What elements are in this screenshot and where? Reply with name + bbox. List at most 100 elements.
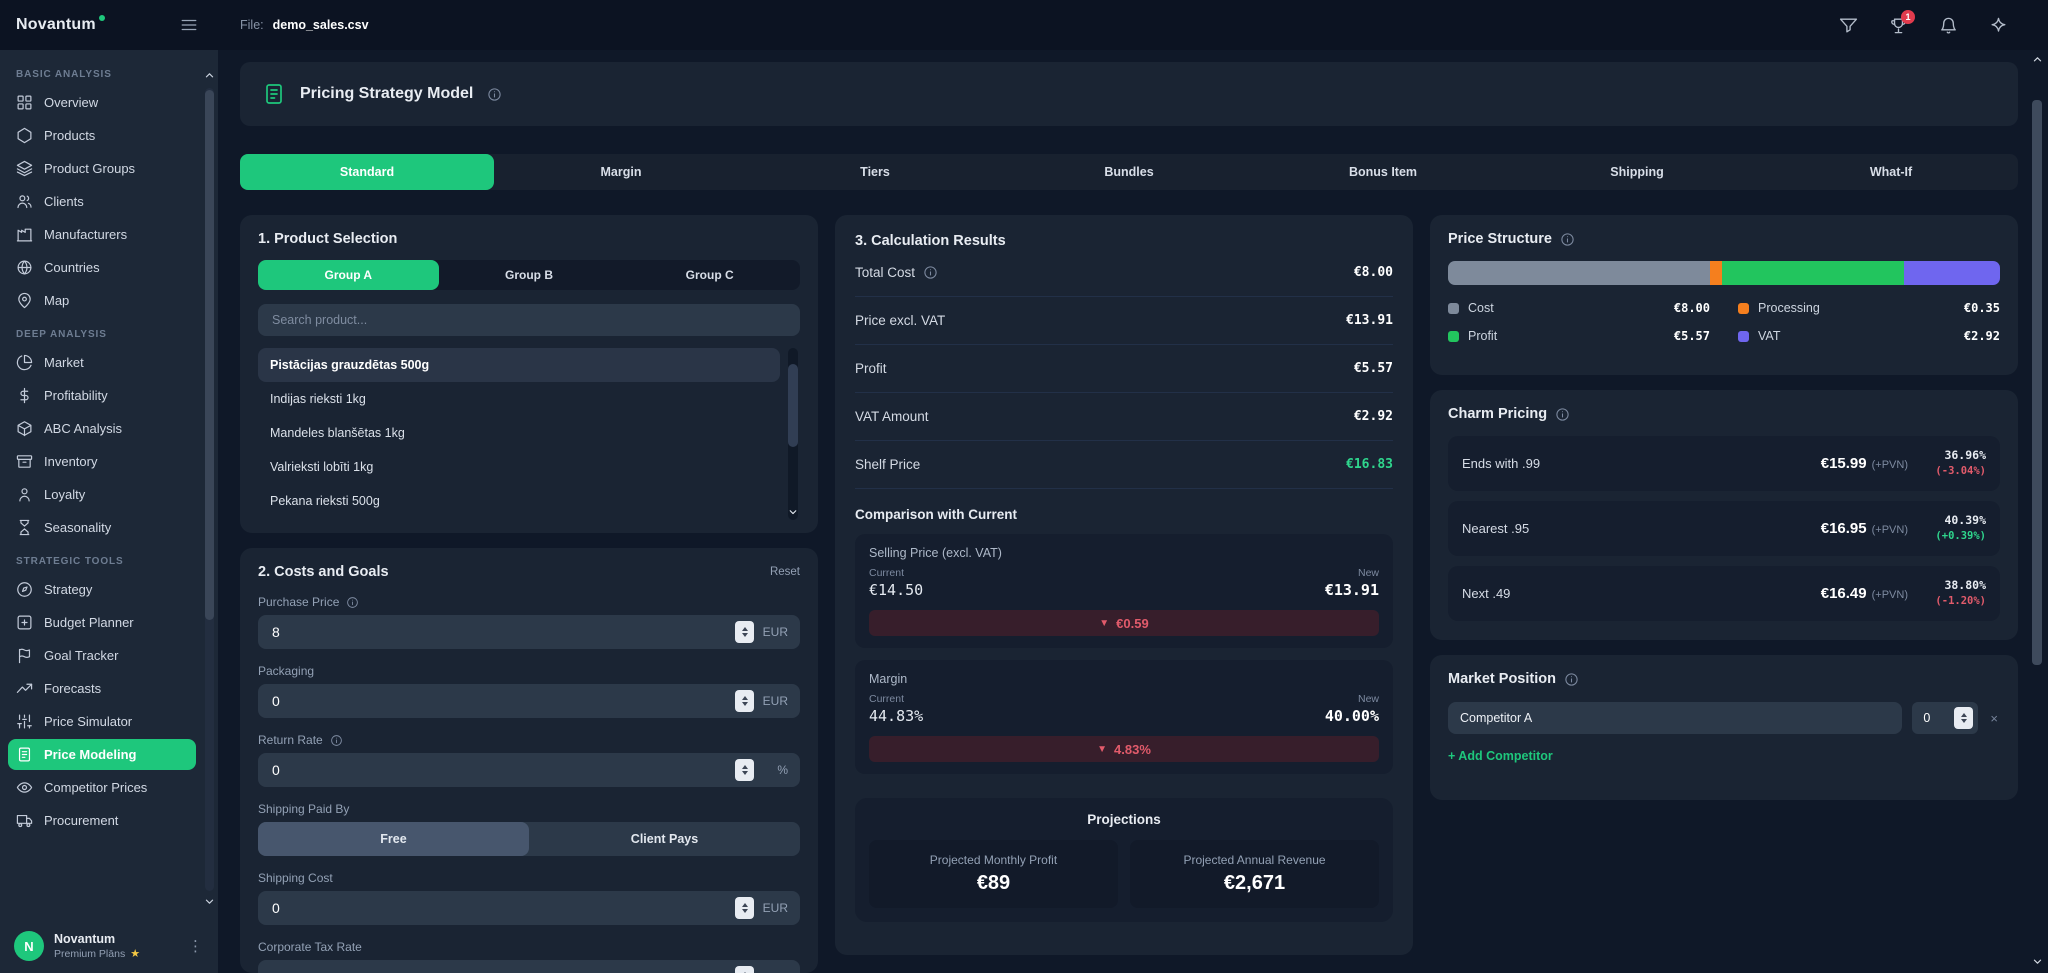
charm-row-ends-with-99[interactable]: Ends with .99€15.99(+PVN)36.96%(-3.04%) — [1448, 436, 2000, 491]
sidebar-item-seasonality[interactable]: Seasonality — [8, 512, 200, 543]
sidebar-scrollbar[interactable] — [203, 54, 216, 909]
notifications-icon[interactable] — [1939, 16, 1958, 35]
sidebar-item-map[interactable]: Map — [8, 285, 200, 316]
sidebar-item-overview[interactable]: Overview — [8, 87, 200, 118]
new-label: New — [1358, 567, 1379, 579]
sidebar-item-profitability[interactable]: Profitability — [8, 380, 200, 411]
price-structure-card: Price Structure Cost€8.00Processing€0.35… — [1430, 215, 2018, 375]
charm-row-next-49[interactable]: Next .49€16.49(+PVN)38.80%(-1.20%) — [1448, 566, 2000, 621]
sidebar-item-manufacturers[interactable]: Manufacturers — [8, 219, 200, 250]
sidebar-item-price-simulator[interactable]: Price Simulator — [8, 706, 200, 737]
sidebar-item-abc-analysis[interactable]: ABC Analysis — [8, 413, 200, 444]
info-icon[interactable] — [487, 87, 502, 102]
field-label: Corporate Tax Rate — [258, 940, 800, 954]
toggle-option-free[interactable]: Free — [258, 822, 529, 856]
charm-margin-delta: (-1.20%) — [1920, 594, 1986, 610]
list-scrollbar-thumb[interactable] — [788, 364, 798, 447]
sidebar-item-product-groups[interactable]: Product Groups — [8, 153, 200, 184]
tab-tiers[interactable]: Tiers — [748, 154, 1002, 190]
scroll-up-icon[interactable] — [2032, 54, 2043, 65]
sidebar-item-market[interactable]: Market — [8, 347, 200, 378]
product-list-item[interactable]: Valrieksti lobīti 1kg — [258, 450, 780, 484]
product-list-item[interactable]: Pekana rieksti 500g — [258, 484, 780, 518]
sidebar-item-countries[interactable]: Countries — [8, 252, 200, 283]
tab-margin[interactable]: Margin — [494, 154, 748, 190]
charm-row-nearest-95[interactable]: Nearest .95€16.95(+PVN)40.39%(+0.39%) — [1448, 501, 2000, 556]
competitor-name-input[interactable]: Competitor A — [1448, 702, 1902, 734]
grid-icon — [16, 94, 33, 111]
corporate-tax-rate-input[interactable] — [258, 960, 800, 973]
user-menu-icon[interactable]: ⋮ — [188, 937, 204, 955]
scroll-up-icon[interactable] — [204, 70, 215, 81]
stepper-control[interactable] — [1954, 707, 1973, 729]
sidebar-item-budget-planner[interactable]: Budget Planner — [8, 607, 200, 638]
sidebar-item-products[interactable]: Products — [8, 120, 200, 151]
tab-bonus-item[interactable]: Bonus Item — [1256, 154, 1510, 190]
tab-shipping[interactable]: Shipping — [1510, 154, 1764, 190]
purchase-price-input[interactable]: 8EUR — [258, 615, 800, 649]
info-icon[interactable] — [346, 596, 359, 609]
main-scrollbar[interactable] — [2030, 52, 2044, 969]
search-input[interactable] — [272, 313, 786, 327]
product-list-item[interactable]: Mandeles blanšētas 1kg — [258, 416, 780, 450]
product-list-scrollbar[interactable] — [786, 348, 800, 520]
result-value: €2.92 — [1354, 409, 1393, 424]
legend-value: €5.57 — [1674, 329, 1710, 343]
stepper-control[interactable] — [735, 690, 754, 712]
group-tab-group-b[interactable]: Group B — [439, 260, 620, 290]
stepper-control[interactable] — [735, 621, 754, 643]
pricing-model-tabs: StandardMarginTiersBundlesBonus ItemShip… — [240, 154, 2018, 190]
stepper-control[interactable] — [735, 897, 754, 919]
field-corporate-tax-rate: Corporate Tax Rate — [258, 940, 800, 973]
legend-swatch — [1738, 331, 1749, 342]
sidebar-item-inventory[interactable]: Inventory — [8, 446, 200, 477]
filter-icon[interactable] — [1839, 16, 1858, 35]
stepper-control[interactable] — [735, 759, 754, 781]
sidebar-item-strategy[interactable]: Strategy — [8, 574, 200, 605]
reset-button[interactable]: Reset — [770, 566, 800, 578]
sidebar-item-forecasts[interactable]: Forecasts — [8, 673, 200, 704]
group-tab-group-c[interactable]: Group C — [619, 260, 800, 290]
stepper-control[interactable] — [735, 966, 754, 973]
legend-swatch — [1738, 303, 1749, 314]
sidebar-item-clients[interactable]: Clients — [8, 186, 200, 217]
sidebar-item-goal-tracker[interactable]: Goal Tracker — [8, 640, 200, 671]
scroll-down-icon[interactable] — [2032, 956, 2043, 967]
remove-competitor-button[interactable]: × — [1988, 711, 2000, 726]
main-scrollbar-thumb[interactable] — [2032, 100, 2042, 665]
tab-what-if[interactable]: What-If — [1764, 154, 2018, 190]
sidebar-item-price-modeling[interactable]: Price Modeling — [8, 739, 196, 770]
sidebar-item-loyalty[interactable]: Loyalty — [8, 479, 200, 510]
tab-standard[interactable]: Standard — [240, 154, 494, 190]
info-icon[interactable] — [1555, 407, 1570, 422]
scroll-down-icon[interactable] — [788, 507, 798, 517]
tab-bundles[interactable]: Bundles — [1002, 154, 1256, 190]
product-list-item[interactable]: Pistācijas grauzdētas 500g — [258, 348, 780, 382]
product-list-item[interactable]: Indijas rieksti 1kg — [258, 382, 780, 416]
market-position-title: Market Position — [1448, 671, 2000, 687]
info-icon[interactable] — [1560, 232, 1575, 247]
achievements-icon[interactable]: 1 — [1889, 16, 1908, 35]
charm-margin-value: 40.39% — [1920, 512, 1986, 529]
shipping-cost-input[interactable]: 0EUR — [258, 891, 800, 925]
toggle-option-client-pays[interactable]: Client Pays — [529, 822, 800, 856]
sidebar-toggle-icon[interactable] — [180, 16, 198, 34]
ai-assistant-icon[interactable] — [1989, 16, 2008, 35]
sidebar-item-competitor-prices[interactable]: Competitor Prices — [8, 772, 200, 803]
add-competitor-link[interactable]: + Add Competitor — [1448, 749, 2000, 763]
group-tab-group-a[interactable]: Group A — [258, 260, 439, 290]
product-search[interactable] — [258, 304, 800, 336]
packaging-input[interactable]: 0EUR — [258, 684, 800, 718]
user-card[interactable]: N Novantum Premium Plāns ★ ⋮ — [0, 919, 218, 973]
info-icon[interactable] — [330, 734, 343, 747]
competitor-price-input[interactable]: 0 — [1912, 702, 1978, 734]
app-logo[interactable]: Novantum — [16, 16, 96, 34]
return-rate-input[interactable]: 0% — [258, 753, 800, 787]
info-icon[interactable] — [923, 265, 938, 280]
sidebar-scrollbar-thumb[interactable] — [205, 90, 214, 620]
scroll-down-icon[interactable] — [204, 896, 215, 907]
sidebar-item-procurement[interactable]: Procurement — [8, 805, 200, 836]
info-icon[interactable] — [1564, 672, 1579, 687]
app-root: Novantum File: demo_sales.csv 1 BASIC AN… — [0, 0, 2048, 973]
pricing-model-icon — [262, 82, 286, 106]
